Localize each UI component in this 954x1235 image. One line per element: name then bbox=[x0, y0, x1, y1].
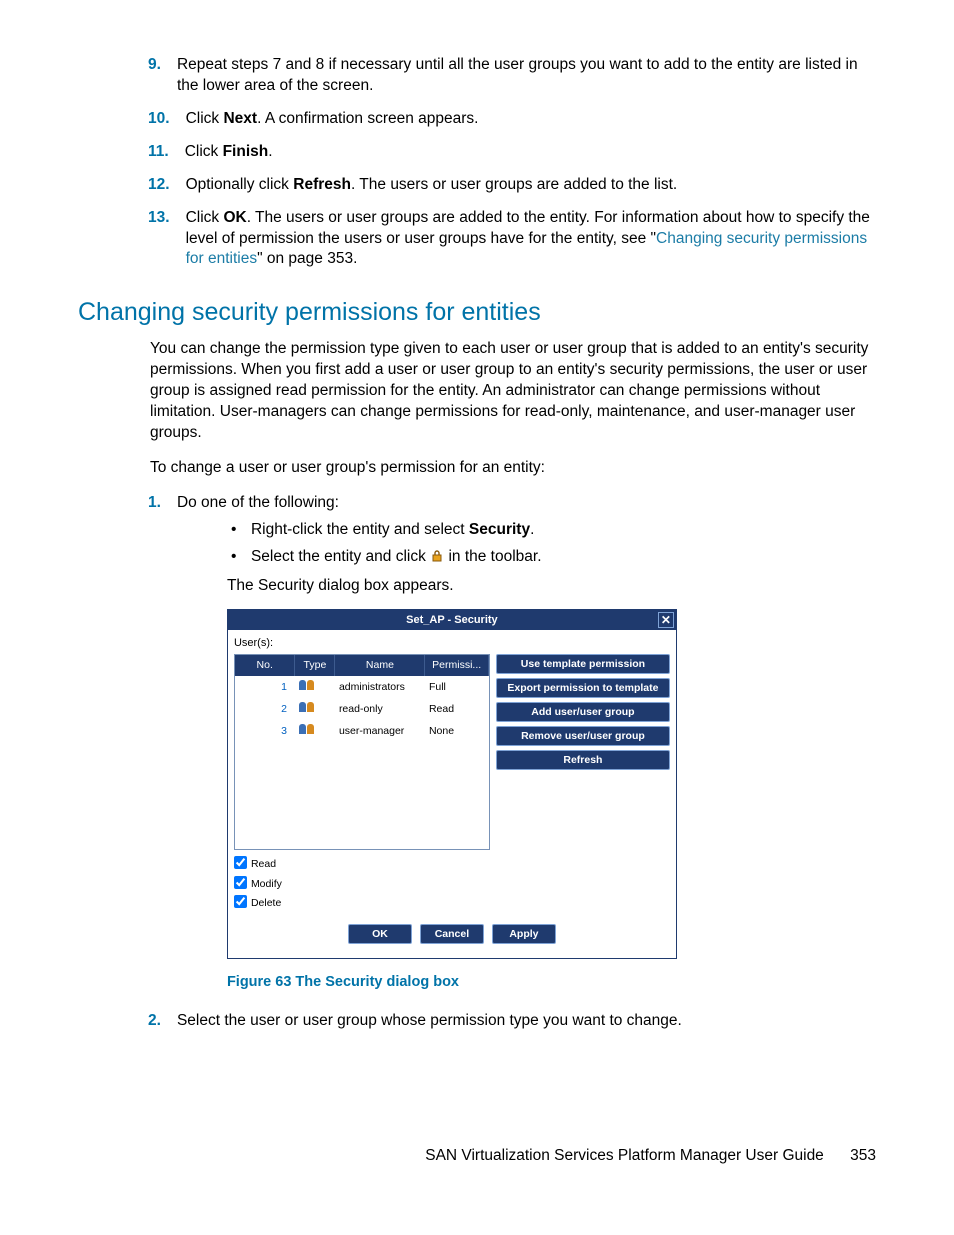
paragraph: You can change the permission type given… bbox=[150, 339, 876, 444]
column-header[interactable]: Name bbox=[335, 655, 425, 675]
permission-checks: Read Modify Delete bbox=[234, 856, 670, 910]
export-permission-to-template-button[interactable]: Export permission to template bbox=[496, 678, 670, 698]
figure-caption: Figure 63 The Security dialog box bbox=[227, 973, 876, 993]
step-body: Click OK. The users or user groups are a… bbox=[186, 208, 876, 271]
close-icon[interactable]: ✕ bbox=[658, 612, 674, 628]
table-row[interactable]: 1administratorsFull bbox=[235, 676, 489, 698]
step-text: Select the user or user group whose perm… bbox=[177, 1012, 682, 1029]
step-number: 13. bbox=[148, 208, 186, 271]
footer-doc-title: SAN Virtualization Services Platform Man… bbox=[425, 1147, 824, 1164]
step-number: 2. bbox=[148, 1011, 177, 1032]
column-header[interactable]: Type bbox=[295, 655, 335, 675]
modify-checkbox[interactable]: Modify bbox=[234, 876, 670, 891]
step-body: Do one of the following: Right-click the… bbox=[177, 493, 876, 993]
dialog-title-text: Set_AP - Security bbox=[406, 614, 498, 626]
delete-checkbox[interactable]: Delete bbox=[234, 895, 670, 910]
numbered-steps: 1. Do one of the following: Right-click … bbox=[78, 493, 876, 1032]
page-footer: SAN Virtualization Services Platform Man… bbox=[425, 1147, 876, 1165]
users-icon bbox=[299, 701, 317, 713]
step-number: 1. bbox=[148, 493, 177, 993]
use-template-permission-button[interactable]: Use template permission bbox=[496, 654, 670, 674]
ok-button[interactable]: OK bbox=[348, 924, 412, 944]
read-checkbox[interactable]: Read bbox=[234, 856, 670, 871]
step-body: Repeat steps 7 and 8 if necessary until … bbox=[177, 55, 876, 97]
users-icon bbox=[299, 723, 317, 735]
step-body: Click Next. A confirmation screen appear… bbox=[186, 109, 876, 130]
dialog-title: Set_AP - Security ✕ bbox=[228, 610, 676, 630]
step-body: Select the user or user group whose perm… bbox=[177, 1011, 876, 1032]
step-body: Click Finish. bbox=[185, 142, 876, 163]
cancel-button[interactable]: Cancel bbox=[420, 924, 484, 944]
step-body: Optionally click Refresh. The users or u… bbox=[186, 175, 876, 196]
step-number: 10. bbox=[148, 109, 186, 130]
numbered-steps-continued: 9.Repeat steps 7 and 8 if necessary unti… bbox=[78, 55, 876, 270]
step-number: 12. bbox=[148, 175, 186, 196]
step-note: The Security dialog box appears. bbox=[227, 576, 876, 597]
dialog-screenshot: Set_AP - Security ✕ User(s): No.TypeName… bbox=[227, 609, 876, 993]
refresh-button[interactable]: Refresh bbox=[496, 750, 670, 770]
table-row[interactable]: 3user-managerNone bbox=[235, 720, 489, 742]
step-number: 9. bbox=[148, 55, 177, 97]
button-column: Use template permission Export permission… bbox=[496, 654, 670, 850]
paragraph: To change a user or user group's permiss… bbox=[150, 458, 876, 479]
bullet-item: Select the entity and click in the toolb… bbox=[227, 547, 876, 568]
users-icon bbox=[299, 679, 317, 691]
column-header[interactable]: Permissi... bbox=[425, 655, 489, 675]
step-text: Do one of the following: bbox=[177, 494, 339, 511]
users-label: User(s): bbox=[234, 636, 670, 651]
security-dialog: Set_AP - Security ✕ User(s): No.TypeName… bbox=[227, 609, 677, 959]
remove-user-user-group-button[interactable]: Remove user/user group bbox=[496, 726, 670, 746]
bullet-list: Right-click the entity and select Securi… bbox=[227, 520, 876, 568]
bullet-item: Right-click the entity and select Securi… bbox=[227, 520, 876, 541]
column-header[interactable]: No. bbox=[235, 655, 295, 675]
users-table[interactable]: No.TypeNamePermissi... 1administratorsFu… bbox=[234, 654, 490, 850]
add-user-user-group-button[interactable]: Add user/user group bbox=[496, 702, 670, 722]
table-row[interactable]: 2read-onlyRead bbox=[235, 698, 489, 720]
page-number: 353 bbox=[850, 1147, 876, 1164]
step-number: 11. bbox=[148, 142, 185, 163]
dialog-bottom-buttons: OK Cancel Apply bbox=[234, 924, 670, 944]
section-heading: Changing security permissions for entiti… bbox=[78, 298, 876, 327]
apply-button[interactable]: Apply bbox=[492, 924, 556, 944]
